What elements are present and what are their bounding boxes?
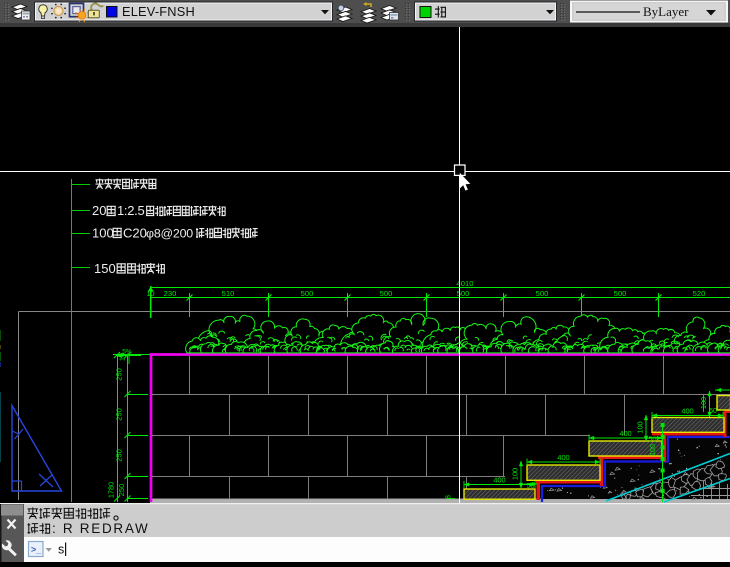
svg-text:500: 500 bbox=[614, 289, 627, 298]
svg-text:100: 100 bbox=[92, 226, 114, 241]
svg-text:250: 250 bbox=[117, 484, 126, 497]
svg-text:50: 50 bbox=[649, 435, 657, 444]
svg-text:400: 400 bbox=[619, 429, 631, 438]
svg-text:500: 500 bbox=[536, 289, 549, 298]
svg-text:100: 100 bbox=[699, 397, 708, 409]
svg-text:510: 510 bbox=[222, 289, 235, 298]
svg-text:ELEV-FNSH: ELEV-FNSH bbox=[122, 4, 195, 19]
svg-text:250: 250 bbox=[115, 449, 124, 462]
svg-text:>_: >_ bbox=[31, 545, 42, 555]
svg-text:500: 500 bbox=[301, 289, 314, 298]
svg-text:400: 400 bbox=[557, 453, 569, 462]
svg-text:50: 50 bbox=[709, 408, 717, 415]
svg-text:s: s bbox=[58, 543, 64, 557]
svg-text:ByLayer: ByLayer bbox=[643, 4, 689, 19]
svg-text:520: 520 bbox=[693, 289, 706, 298]
svg-text:250: 250 bbox=[115, 368, 124, 381]
svg-text:1780: 1780 bbox=[107, 482, 116, 498]
svg-text:φ8@200: φ8@200 bbox=[146, 227, 193, 241]
svg-text:500: 500 bbox=[457, 289, 470, 298]
svg-text:150: 150 bbox=[94, 261, 116, 276]
svg-text:500: 500 bbox=[380, 289, 393, 298]
svg-text:250: 250 bbox=[115, 408, 124, 421]
svg-text:5%: 5% bbox=[122, 349, 132, 356]
svg-text:230: 230 bbox=[164, 289, 177, 298]
svg-text:: R REDRAW: : R REDRAW bbox=[52, 521, 150, 536]
svg-text:100: 100 bbox=[511, 468, 520, 480]
svg-text:100: 100 bbox=[650, 444, 657, 456]
svg-text:1:2.5: 1:2.5 bbox=[117, 203, 144, 218]
svg-text:100: 100 bbox=[636, 421, 645, 433]
svg-text:C20: C20 bbox=[123, 226, 147, 241]
svg-text:20: 20 bbox=[92, 203, 106, 218]
svg-text:10: 10 bbox=[146, 289, 154, 298]
svg-text:400: 400 bbox=[681, 407, 693, 416]
svg-text:400: 400 bbox=[493, 476, 505, 485]
